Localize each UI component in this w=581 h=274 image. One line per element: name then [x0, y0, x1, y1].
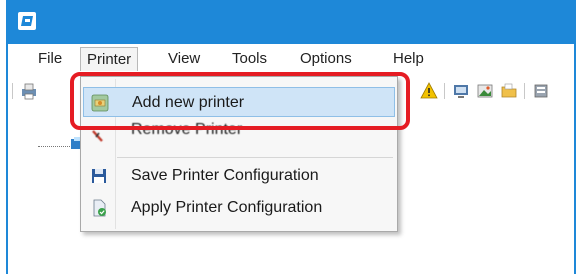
menu-item-add-new-printer[interactable]: Add new printer — [83, 87, 395, 117]
menu-item-save-printer-configuration[interactable]: Save Printer Configuration — [83, 161, 395, 191]
menu-view[interactable]: View — [168, 50, 200, 68]
remove-printer-icon — [92, 130, 103, 142]
menu-bar: File Printer View Tools Options Help — [8, 44, 574, 74]
menu-item-label: Add new printer — [132, 94, 245, 111]
add-printer-icon — [91, 94, 109, 112]
save-disk-icon — [92, 169, 106, 183]
network-printer-icon[interactable] — [452, 82, 470, 100]
open-folder-icon[interactable] — [500, 82, 518, 100]
menu-tools[interactable]: Tools — [232, 50, 267, 68]
menu-printer[interactable]: Printer — [80, 47, 139, 71]
image-icon[interactable] — [476, 82, 494, 100]
toolbar-grip — [12, 83, 13, 99]
toolbar-separator-2 — [524, 83, 525, 99]
menu-help[interactable]: Help — [393, 50, 424, 68]
tree-connector — [38, 146, 70, 147]
warning-icon[interactable] — [420, 82, 438, 100]
menu-file[interactable]: File — [38, 50, 62, 68]
toolbar-separator — [444, 83, 445, 99]
screenshot-stage: File Printer View Tools Options Help Add… — [0, 0, 581, 274]
printer-icon[interactable] — [20, 82, 38, 100]
apply-config-icon — [93, 199, 106, 217]
menu-item-apply-printer-configuration[interactable]: Apply Printer Configuration — [83, 193, 395, 223]
menu-options[interactable]: Options — [300, 50, 352, 68]
printer-menu-dropdown: Add new printer Remove Printer Save Prin… — [80, 76, 398, 232]
menu-item-label: Remove Printer — [131, 121, 243, 138]
menu-item-label: Save Printer Configuration — [131, 167, 319, 184]
menu-item-remove-printer[interactable]: Remove Printer — [83, 121, 395, 151]
title-bar[interactable] — [8, 0, 574, 44]
menu-separator — [117, 157, 393, 158]
menu-item-label: Apply Printer Configuration — [131, 199, 323, 216]
app-icon — [18, 12, 36, 30]
settings-icon[interactable] — [532, 82, 550, 100]
